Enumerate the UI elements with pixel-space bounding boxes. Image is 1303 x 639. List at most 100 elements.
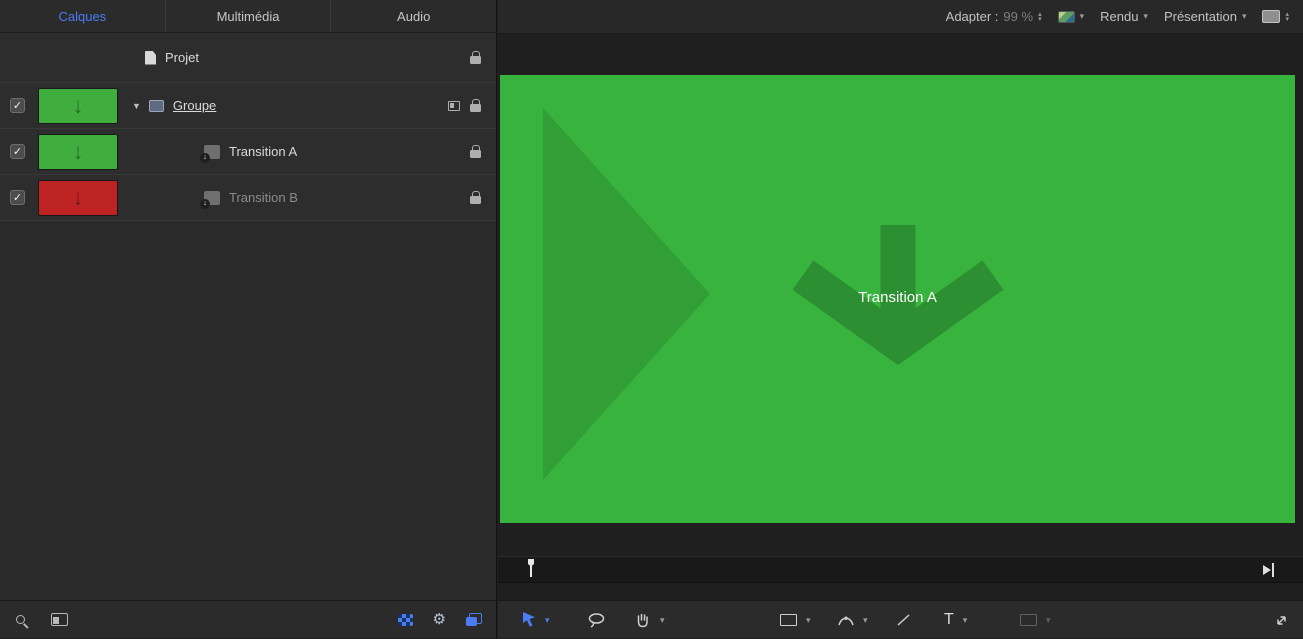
transition-icon: ↓ — [204, 191, 220, 205]
transition-b-row-controls — [470, 191, 481, 204]
chevron-down-icon: ▾ — [1080, 11, 1085, 22]
viewer-panel: Adapter : 99 % ▴▾ ▾ Rendu ▾ Présentation… — [498, 0, 1303, 638]
chevron-down-icon: ▾ — [660, 615, 665, 626]
tab-calques[interactable]: Calques — [0, 0, 166, 32]
lasso-icon — [588, 613, 605, 628]
layers-toggle-icon[interactable] — [466, 613, 482, 626]
diagonal-resize-icon — [1274, 613, 1289, 628]
transition-arrow-graphic — [783, 225, 1013, 395]
tools-toolbar: ▾ ▾ ▾ ▾ — [498, 600, 1303, 638]
line-tool[interactable] — [896, 601, 911, 639]
project-pane-icon[interactable] — [51, 613, 68, 626]
lock-icon[interactable] — [470, 56, 481, 64]
solo-icon[interactable] — [448, 101, 460, 111]
layer-row-transition-b[interactable]: ✓ ↓ ↓ Transition B — [0, 175, 496, 221]
thumbnail-arrow-icon: ↓ — [73, 95, 84, 117]
mask-tool-disabled: ▾ — [1020, 601, 1051, 639]
display-selector[interactable]: ▴▾ — [1262, 10, 1289, 23]
stepper-down-icon: ▾ — [1285, 17, 1289, 22]
mask-rectangle-icon — [1020, 614, 1037, 626]
layers-panel: Calques Multimédia Audio Projet ✓ ↓ ▼ Gr… — [0, 0, 497, 638]
layers-panel-footer: ⚙ — [0, 600, 496, 638]
chevron-down-icon: ▾ — [545, 615, 550, 626]
bezier-tool[interactable]: ▾ — [838, 601, 868, 639]
transition-badge-icon: ↓ — [200, 153, 210, 163]
transition-icon: ↓ — [204, 145, 220, 159]
transition-a-label[interactable]: Transition A — [229, 144, 297, 159]
render-menu-label: Rendu — [1100, 9, 1138, 24]
end-marker-icon[interactable] — [1262, 563, 1275, 577]
lasso-tool[interactable] — [588, 601, 605, 639]
line-icon — [896, 613, 911, 627]
channels-dropdown[interactable]: ▾ — [1058, 11, 1085, 23]
zoom-value: 99 % — [1003, 9, 1033, 24]
canvas-overlay-text: Transition A — [500, 289, 1295, 306]
search-icon[interactable] — [16, 615, 25, 624]
transition-b-activation-checkbox[interactable]: ✓ — [10, 190, 25, 205]
layer-row-project[interactable]: Projet — [0, 33, 496, 83]
footer-toggle-icons: ⚙ — [398, 612, 482, 627]
thumbnail-arrow-icon: ↓ — [73, 187, 84, 209]
view-menu[interactable]: Présentation ▾ — [1164, 9, 1247, 24]
checkmark-icon: ✓ — [13, 99, 22, 112]
chevron-down-icon: ▾ — [1143, 11, 1148, 22]
layer-row-group[interactable]: ✓ ↓ ▼ Groupe — [0, 83, 496, 129]
text-tool-icon: T — [944, 612, 954, 628]
display-icon — [1262, 10, 1280, 23]
group-label[interactable]: Groupe — [173, 98, 216, 113]
badge-arrow-icon: ↓ — [203, 154, 207, 161]
tab-multimedia[interactable]: Multimédia — [166, 0, 332, 32]
lock-icon[interactable] — [470, 104, 481, 112]
zoom-control[interactable]: Adapter : 99 % ▴▾ — [946, 9, 1042, 24]
lock-icon[interactable] — [470, 196, 481, 204]
transition-a-row-controls — [470, 145, 481, 158]
tab-audio[interactable]: Audio — [331, 0, 496, 32]
render-menu[interactable]: Rendu ▾ — [1100, 9, 1148, 24]
cursor-arrow-icon — [522, 612, 536, 628]
transition-a-activation-checkbox[interactable]: ✓ — [10, 144, 25, 159]
viewer-area: Transition A — [498, 34, 1303, 600]
transition-b-label[interactable]: Transition B — [229, 190, 298, 205]
checkmark-icon: ✓ — [13, 145, 22, 158]
checkmark-icon: ✓ — [13, 191, 22, 204]
playhead-icon[interactable] — [526, 559, 536, 578]
chevron-down-icon: ▾ — [863, 615, 868, 626]
zoom-stepper[interactable]: ▴▾ — [1038, 12, 1042, 22]
resize-window-control[interactable] — [1274, 601, 1289, 639]
select-tool[interactable]: ▾ — [522, 601, 550, 639]
chevron-down-icon: ▾ — [806, 615, 811, 626]
hand-icon — [634, 612, 651, 628]
zoom-fit-label: Adapter : — [946, 9, 999, 24]
group-activation-checkbox[interactable]: ✓ — [10, 98, 25, 113]
transition-a-thumbnail[interactable]: ↓ — [38, 134, 118, 170]
transition-b-thumbnail[interactable]: ↓ — [38, 180, 118, 216]
stepper-down-icon: ▾ — [1038, 17, 1042, 22]
canvas[interactable]: Transition A — [500, 75, 1295, 523]
chevron-down-icon: ▾ — [963, 615, 968, 626]
transition-badge-icon: ↓ — [200, 199, 210, 209]
lock-icon[interactable] — [470, 150, 481, 158]
bezier-curve-icon — [838, 614, 854, 627]
chevron-down-icon: ▾ — [1046, 615, 1051, 626]
shape-tool[interactable]: ▾ — [780, 601, 811, 639]
rectangle-icon — [780, 614, 797, 626]
panel-tabbar: Calques Multimédia Audio — [0, 0, 496, 33]
gear-icon[interactable]: ⚙ — [433, 612, 446, 627]
text-tool[interactable]: T ▾ — [944, 601, 967, 639]
display-stepper[interactable]: ▴▾ — [1285, 12, 1289, 22]
thumbnail-arrow-icon: ↓ — [73, 141, 84, 163]
project-document-icon — [145, 51, 156, 65]
project-label: Projet — [165, 50, 199, 65]
view-menu-label: Présentation — [1164, 9, 1237, 24]
project-row-controls — [470, 51, 481, 64]
group-thumbnail[interactable]: ↓ — [38, 88, 118, 124]
transparency-checkerboard-icon[interactable] — [398, 614, 413, 626]
layer-row-transition-a[interactable]: ✓ ↓ ↓ Transition A — [0, 129, 496, 175]
group-row-controls — [448, 99, 481, 112]
badge-arrow-icon: ↓ — [203, 200, 207, 207]
hand-tool[interactable]: ▾ — [634, 601, 665, 639]
mini-timeline[interactable] — [498, 556, 1303, 583]
disclosure-triangle-icon[interactable]: ▼ — [132, 101, 141, 111]
channels-swatch-icon — [1058, 11, 1075, 23]
viewer-toolbar: Adapter : 99 % ▴▾ ▾ Rendu ▾ Présentation… — [498, 0, 1303, 34]
